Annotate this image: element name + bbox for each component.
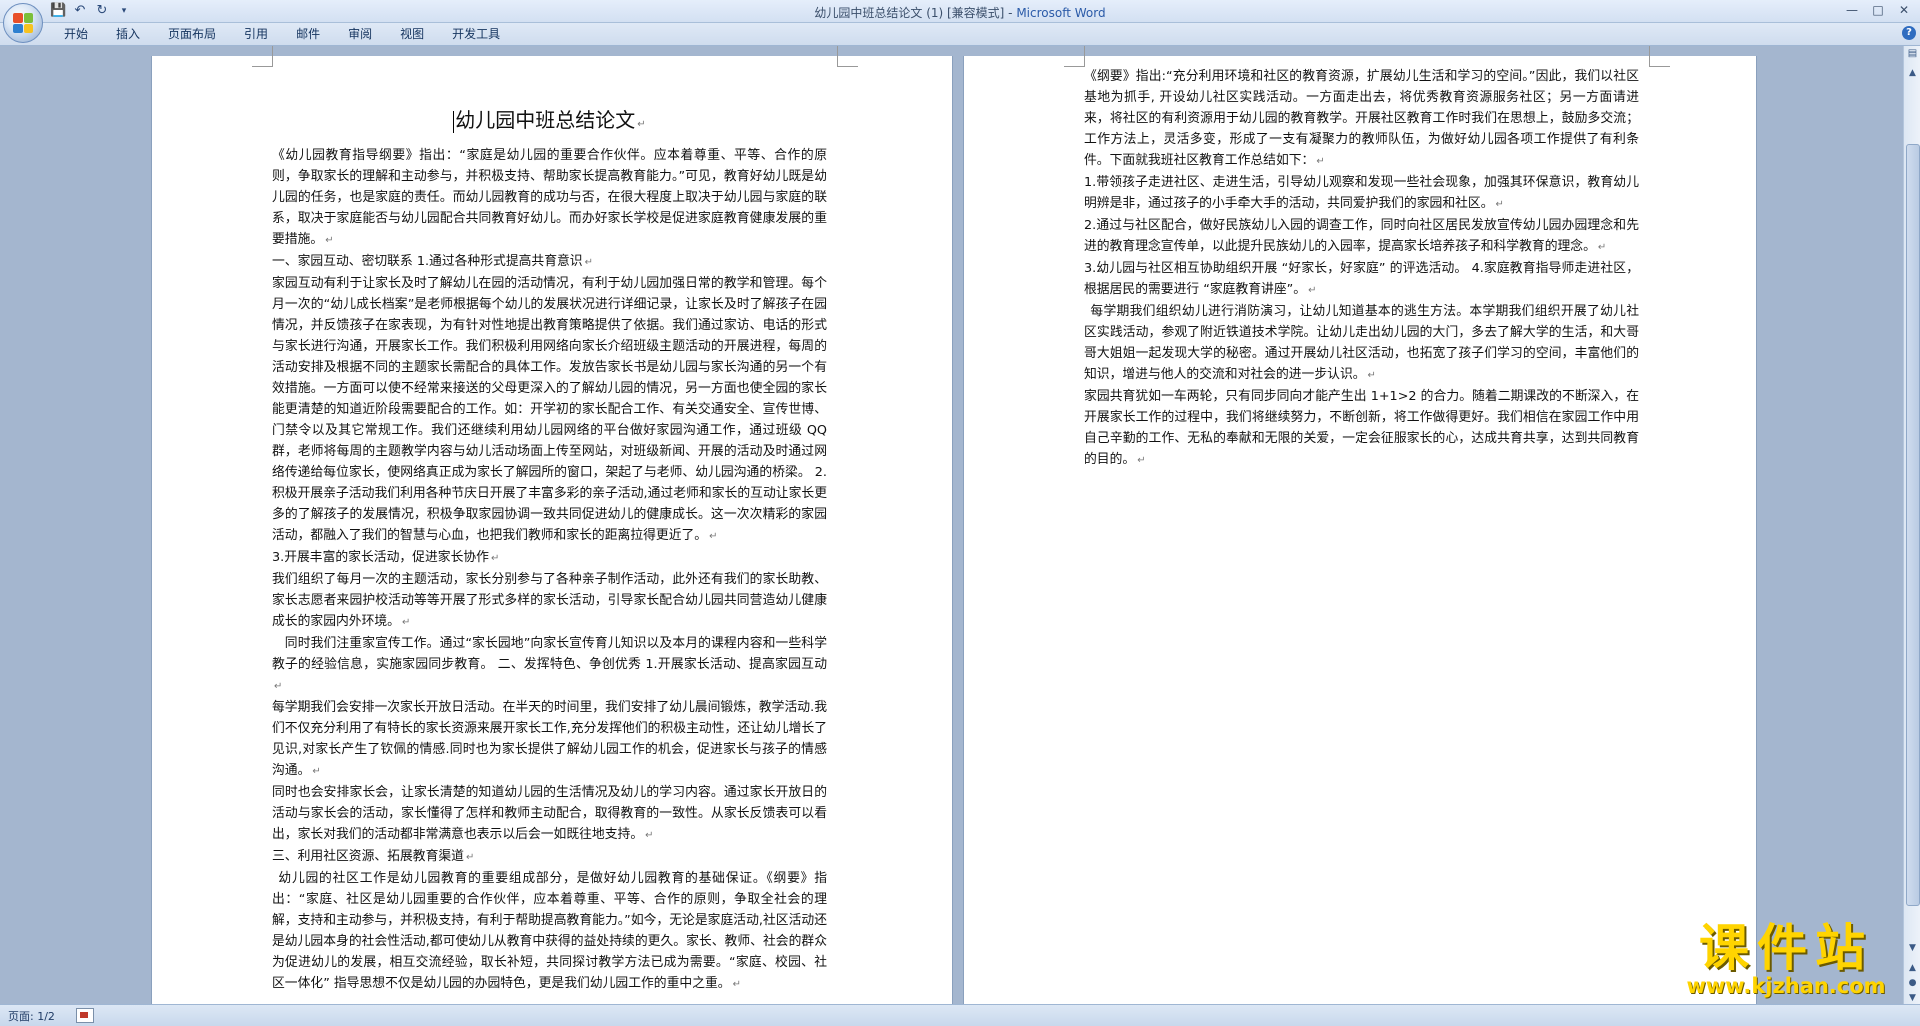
paragraph: 每学期我们组织幼儿进行消防演习，让幼儿知道基本的逃生方法。本学期我们组织开展了幼… xyxy=(1084,304,1639,382)
paragraph: 同时我们注重家宣传工作。通过“家长园地”向家长宣传育儿知识以及本月的课程内容和一… xyxy=(272,636,827,692)
page-2-body[interactable]: 《纲要》指出:“充分利用环境和社区的教育资源，扩展幼儿生活和学习的空间。”因此，… xyxy=(1084,66,1639,471)
paragraph: 每学期我们会安排一次家长开放日活动。在半天的时间里，我们安排了幼儿晨间锻炼，教学… xyxy=(272,700,827,778)
tab-mailings[interactable]: 邮件 xyxy=(282,26,334,42)
document-workspace[interactable]: 幼儿园中班总结论文 ↵ 《幼儿园教育指导纲要》指出：“家庭是幼儿园的重要合作伙伴。… xyxy=(0,46,1903,1004)
tab-insert[interactable]: 插入 xyxy=(102,26,154,42)
status-bar: 页面: 1/2 xyxy=(0,1004,1920,1026)
site-watermark-logo: 课件站 www.kjzhan.com xyxy=(1668,922,1904,1000)
ribbon-tabs: 开始 插入 页面布局 引用 邮件 审阅 视图 开发工具 xyxy=(50,26,514,42)
paragraph: 1.带领孩子走进社区、走进生活，引导幼儿观察和发现一些社会现象，加强其环保意识，… xyxy=(1084,175,1639,211)
paragraph: 《幼儿园教育指导纲要》指出：“家庭是幼儿园的重要合作伙伴。应本着尊重、平等、合作… xyxy=(272,148,827,247)
tab-references[interactable]: 引用 xyxy=(230,26,282,42)
paragraph: 家园共育犹如一车两轮，只有同步同向才能产生出 1+1>2 的合力。随着二期课改的… xyxy=(1084,389,1639,467)
tab-view[interactable]: 视图 xyxy=(386,26,438,42)
page-1-body[interactable]: 幼儿园中班总结论文 ↵ 《幼儿园教育指导纲要》指出：“家庭是幼儿园的重要合作伙伴。… xyxy=(272,104,827,995)
ruler-toggle-icon[interactable]: ▤ xyxy=(1905,48,1920,63)
ribbon: 开始 插入 页面布局 引用 邮件 审阅 视图 开发工具 ? xyxy=(0,23,1920,46)
previous-page-icon[interactable]: ▲ xyxy=(1905,961,1920,976)
paragraph: 我们组织了每月一次的主题活动，家长分别参与了各种亲子制作活动，此外还有我们的家长… xyxy=(272,572,827,629)
tab-page-layout[interactable]: 页面布局 xyxy=(154,26,230,42)
proofing-status-icon[interactable] xyxy=(76,1008,94,1023)
maximize-icon[interactable]: □ xyxy=(1866,1,1890,19)
crop-mark xyxy=(1064,46,1085,67)
watermark-url: www.kjzhan.com xyxy=(1686,974,1886,998)
paragraph: 家园互动有利于让家长及时了解幼儿在园的活动情况，有利于幼儿园加强日常的教学和管理… xyxy=(272,276,827,543)
vertical-scrollbar[interactable]: ▤ ▲ ▼ ▲ ● ▼ xyxy=(1903,46,1920,1004)
paragraph: 三、利用社区资源、拓展教育渠道 ↵ xyxy=(272,849,475,864)
document-page-1[interactable]: 幼儿园中班总结论文 ↵ 《幼儿园教育指导纲要》指出：“家庭是幼儿园的重要合作伙伴。… xyxy=(152,46,952,1004)
crop-mark xyxy=(252,46,273,67)
paragraph: 一、家园互动、密切联系 1.通过各种形式提高共育意识 ↵ xyxy=(272,254,593,269)
page-indicator[interactable]: 页面: 1/2 xyxy=(8,1008,55,1024)
watermark-title: 课件站 xyxy=(1699,919,1873,977)
document-title: 幼儿园中班总结论文 (1) [兼容模式] - xyxy=(814,6,1017,20)
scrollbar-thumb[interactable] xyxy=(1906,144,1920,906)
close-icon[interactable]: ✕ xyxy=(1892,1,1916,19)
minimize-icon[interactable]: — xyxy=(1840,1,1864,19)
document-heading: 幼儿园中班总结论文 ↵ xyxy=(453,108,646,133)
app-name: Microsoft Word xyxy=(1016,6,1106,20)
tab-home[interactable]: 开始 xyxy=(50,26,102,42)
crop-mark xyxy=(1649,46,1670,67)
scroll-up-icon[interactable]: ▲ xyxy=(1905,66,1920,81)
tab-developer[interactable]: 开发工具 xyxy=(438,26,514,42)
window-title: 幼儿园中班总结论文 (1) [兼容模式] - Microsoft Word xyxy=(0,4,1920,21)
paragraph: 3.开展丰富的家长活动，促进家长协作 ↵ xyxy=(272,550,500,565)
paragraph: 幼儿园的社区工作是幼儿园教育的重要组成部分，是做好幼儿园教育的基础保证。《纲要》… xyxy=(272,871,827,991)
select-browse-object-icon[interactable]: ● xyxy=(1905,976,1920,991)
document-page-2[interactable]: 《纲要》指出:“充分利用环境和社区的教育资源，扩展幼儿生活和学习的空间。”因此，… xyxy=(964,46,1756,1004)
paragraph: 2.通过与社区配合，做好民族幼儿入园的调查工作，同时向社区居民发放宣传幼儿园办园… xyxy=(1084,218,1639,254)
help-icon[interactable]: ? xyxy=(1902,26,1916,40)
paragraph: 同时也会安排家长会，让家长清楚的知道幼儿园的生活情况及幼儿的学习内容。通过家长开… xyxy=(272,785,827,842)
paragraph: 《纲要》指出:“充分利用环境和社区的教育资源，扩展幼儿生活和学习的空间。”因此，… xyxy=(1084,69,1639,168)
crop-mark xyxy=(837,46,858,67)
paragraph: 3.幼儿园与社区相互协助组织开展 “好家长，好家庭” 的评选活动。 4.家庭教育… xyxy=(1084,261,1639,297)
window-controls: — □ ✕ xyxy=(1840,1,1916,19)
office-button[interactable] xyxy=(3,3,43,43)
tab-review[interactable]: 审阅 xyxy=(334,26,386,42)
scroll-down-icon[interactable]: ▼ xyxy=(1905,941,1920,956)
office-button-icon xyxy=(13,13,33,33)
title-bar: 💾 ↶ ↻ ▾ 幼儿园中班总结论文 (1) [兼容模式] - Microsoft… xyxy=(0,0,1920,23)
